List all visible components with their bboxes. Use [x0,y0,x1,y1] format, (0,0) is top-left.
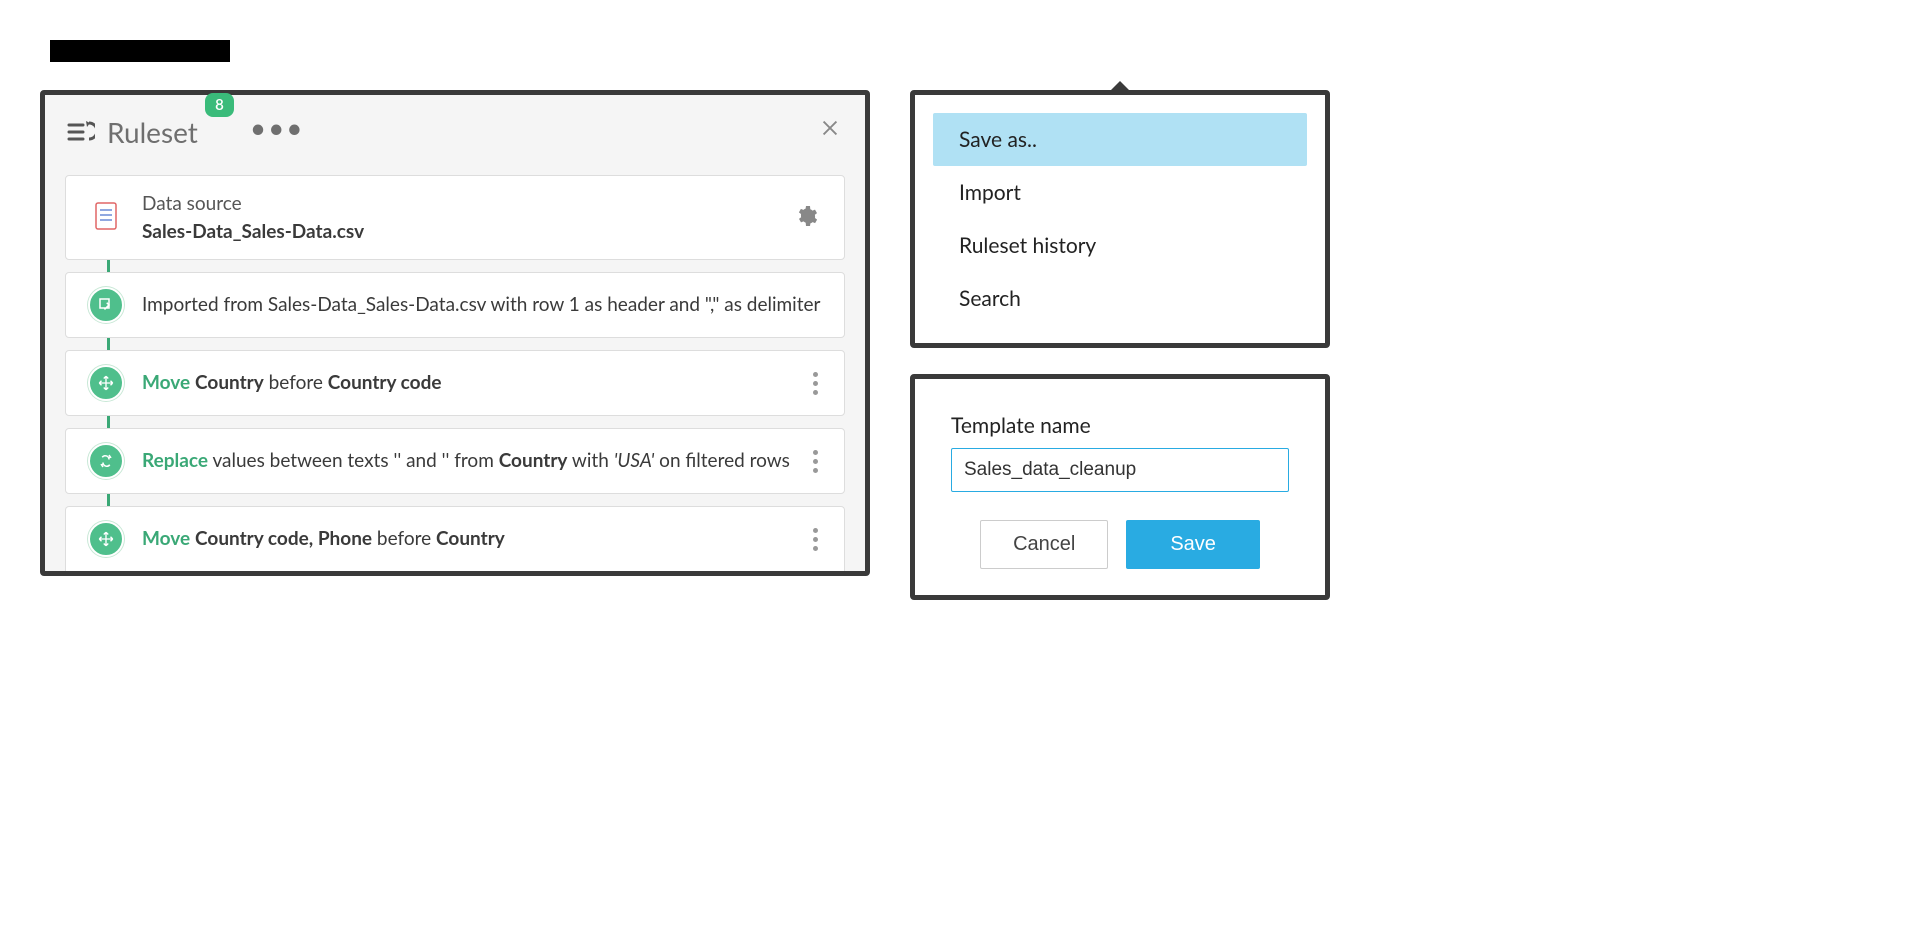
save-template-dialog: Template name Cancel Save [910,374,1330,600]
move-icon [88,365,124,401]
save-button[interactable]: Save [1126,520,1260,569]
step-more-button[interactable] [807,366,824,401]
step-more-button[interactable] [807,522,824,557]
move-icon [88,521,124,557]
ruleset-step-move[interactable]: Move Country code, Phone before Country [65,506,845,571]
data-source-filename: Sales-Data_Sales-Data.csv [142,218,788,246]
replace-icon [88,443,124,479]
vertical-more-icon [813,528,818,551]
data-source-card[interactable]: Data source Sales-Data_Sales-Data.csv [65,175,845,260]
close-button[interactable] [819,117,841,143]
more-menu-button[interactable]: ••• [250,113,305,151]
ruleset-title: Ruleset 8 [107,115,198,149]
ruleset-header: Ruleset 8 ••• [65,113,845,151]
ruleset-count-badge: 8 [205,93,234,117]
settings-button[interactable] [788,198,824,238]
menu-search[interactable]: Search [933,272,1307,325]
ruleset-panel: Ruleset 8 ••• [40,90,870,576]
import-icon [88,287,124,323]
move-step-text: Move Country code, Phone before Country [142,525,807,553]
context-menu: Save as.. Import Ruleset history Search [910,90,1330,348]
file-icon [94,202,118,234]
ruleset-step-move[interactable]: Move Country before Country code [65,350,845,416]
data-source-label: Data source [142,190,788,218]
ruleset-step-import[interactable]: Imported from Sales-Data_Sales-Data.csv … [65,272,845,338]
replace-step-text: Replace values between texts '' and '' f… [142,447,807,475]
ruleset-icon [65,117,95,147]
import-step-text: Imported from Sales-Data_Sales-Data.csv … [142,291,824,319]
menu-ruleset-history[interactable]: Ruleset history [933,219,1307,272]
redacted-bar [50,40,230,62]
template-name-label: Template name [951,413,1289,438]
template-name-input[interactable] [951,448,1289,492]
move-step-text: Move Country before Country code [142,369,807,397]
menu-import[interactable]: Import [933,166,1307,219]
menu-save-as[interactable]: Save as.. [933,113,1307,166]
ruleset-step-replace[interactable]: Replace values between texts '' and '' f… [65,428,845,494]
step-more-button[interactable] [807,444,824,479]
vertical-more-icon [813,372,818,395]
vertical-more-icon [813,450,818,473]
cancel-button[interactable]: Cancel [980,520,1108,569]
